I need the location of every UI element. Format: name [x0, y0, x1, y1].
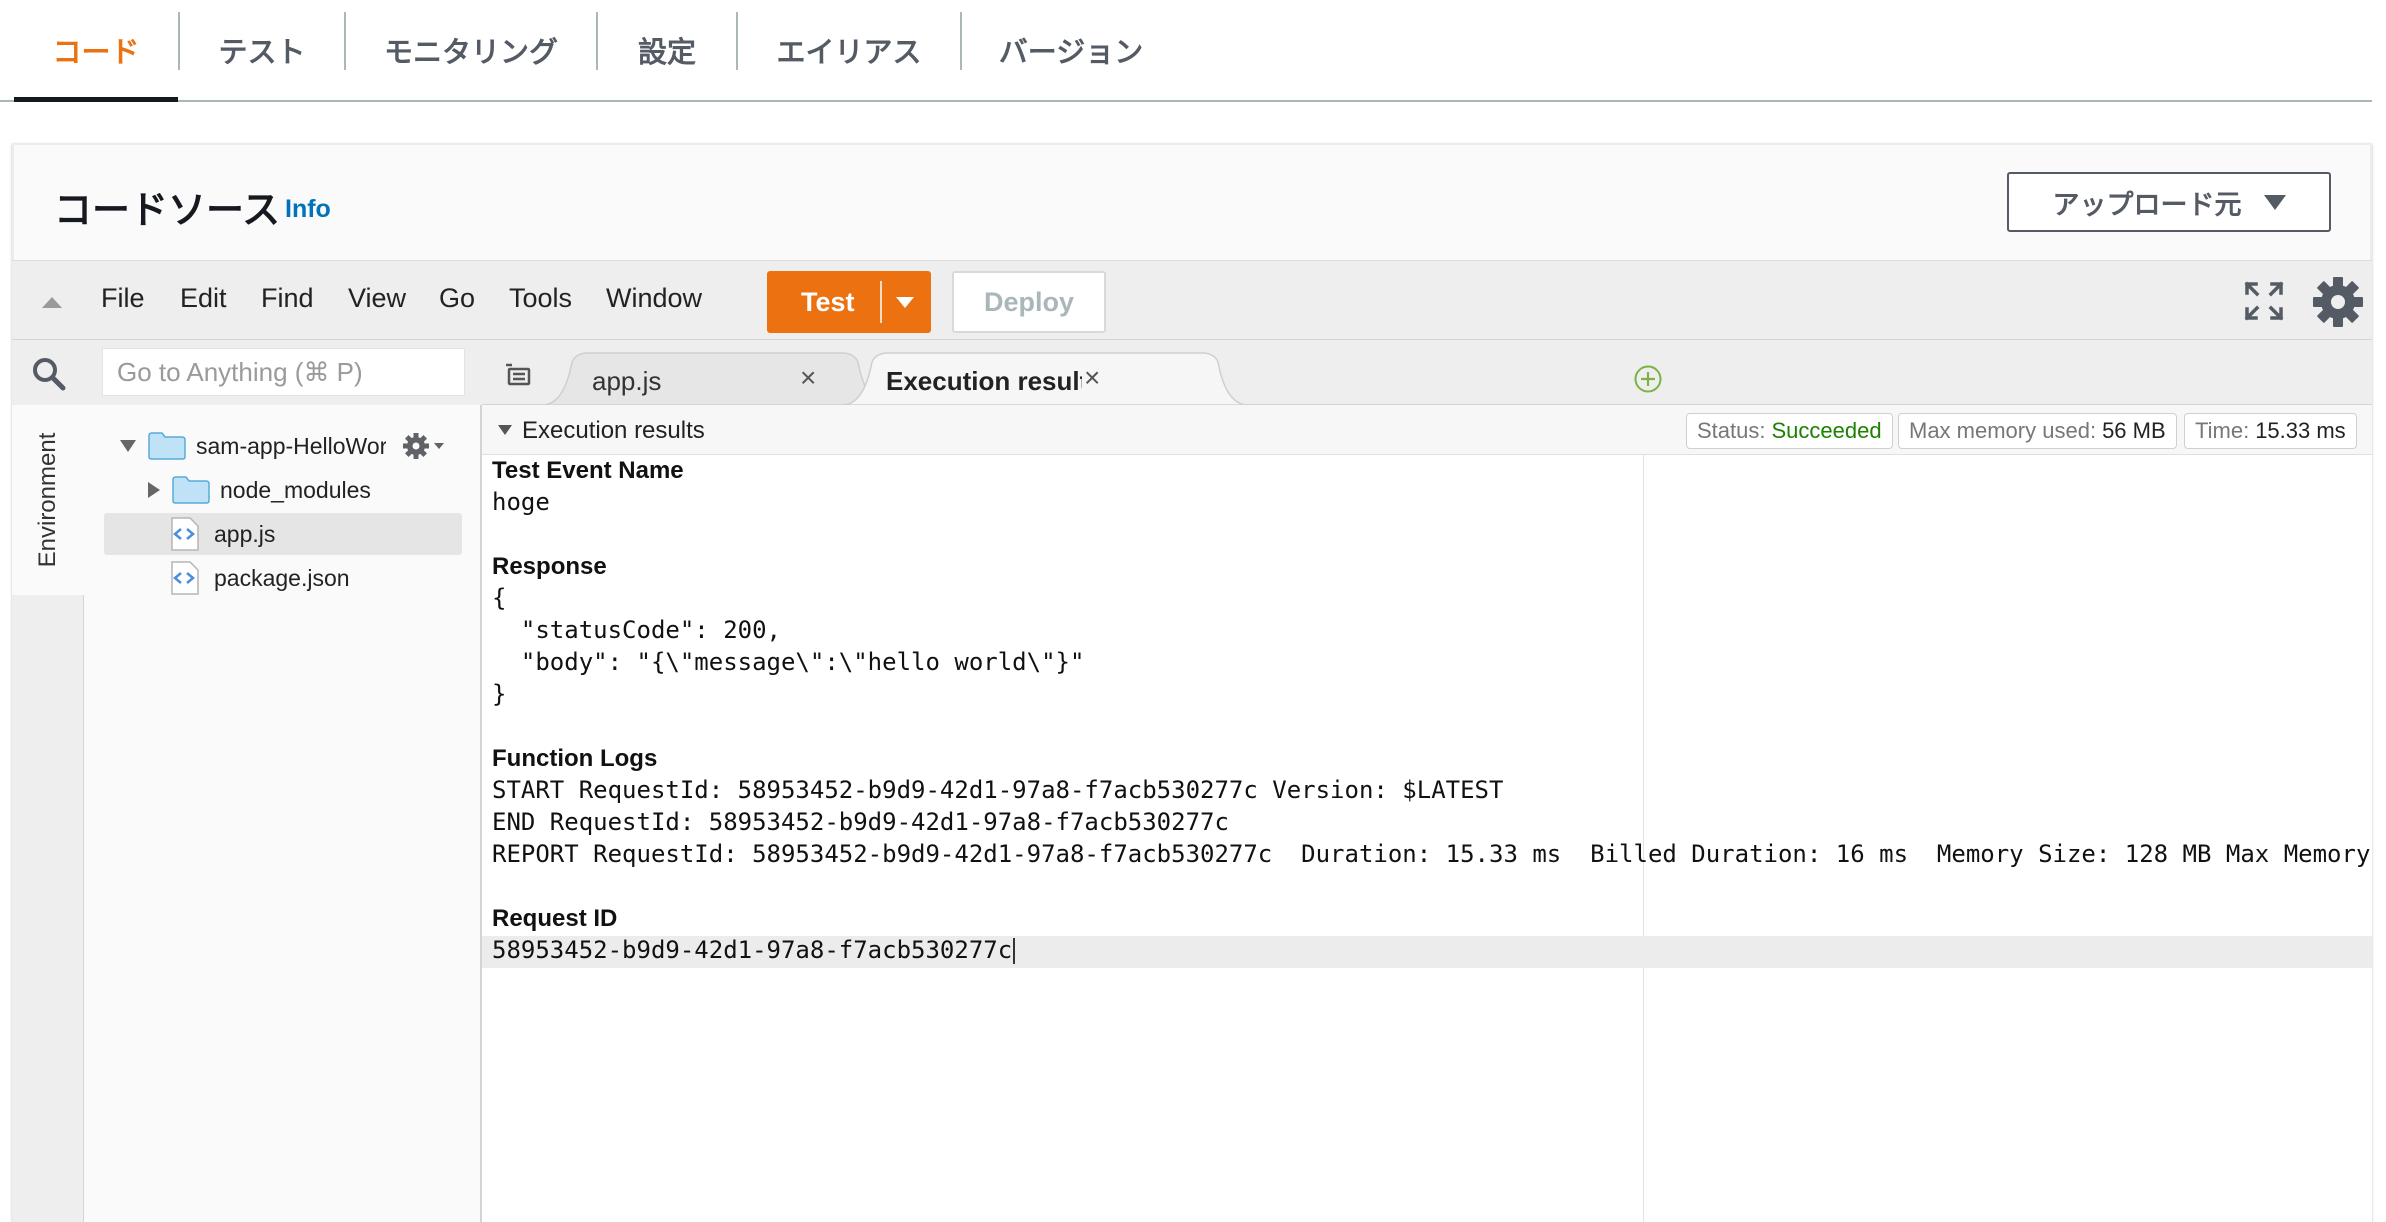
memory-label: Max memory used: [1909, 418, 2097, 443]
memory-badge: Max memory used: 56 MB [1898, 413, 2177, 449]
tree-file-package-json[interactable]: package.json [170, 557, 460, 599]
tab-code[interactable]: コード [14, 0, 178, 102]
tab-settings[interactable]: 設定 [598, 0, 736, 100]
go-to-anything-input[interactable] [102, 348, 465, 396]
gear-icon[interactable] [2311, 275, 2365, 329]
tree-settings-gear-icon[interactable] [402, 431, 446, 461]
tab-list-icon[interactable] [504, 362, 532, 386]
js-file-icon [171, 517, 199, 551]
environment-tab-label: Environment [34, 432, 61, 568]
editor-tab-label: app.js [592, 366, 662, 396]
menu-window[interactable]: Window [606, 283, 702, 314]
log-line: REPORT RequestId: 58953452-b9d9-42d1-97a… [492, 840, 2371, 868]
response-line: "body": "{\"message\":\"hello world\"}" [492, 648, 1085, 676]
response-line: "statusCode": 200, [492, 616, 781, 644]
tab-versions[interactable]: バージョン [962, 0, 1180, 100]
request-id-line: 58953452-b9d9-42d1-97a8-f7acb530277c [492, 936, 1016, 964]
menu-go[interactable]: Go [439, 283, 475, 314]
tree-item-label: app.js [214, 520, 276, 547]
menu-find[interactable]: Find [261, 283, 314, 314]
search-icon[interactable] [31, 356, 67, 392]
collapsed-arrow-icon[interactable] [148, 482, 160, 498]
editor-tab-label: Execution results [886, 366, 1082, 396]
fullscreen-icon[interactable] [2244, 281, 2284, 321]
tab-monitoring[interactable]: モニタリング [346, 0, 596, 100]
response-line: } [492, 680, 507, 708]
text-cursor [1013, 938, 1016, 964]
upload-from-label: アップロード元 [2052, 189, 2242, 220]
info-link[interactable]: Info [285, 195, 331, 224]
print-margin-line [1643, 455, 1644, 1222]
status-label: Status: [1697, 418, 1766, 443]
tree-folder-node-modules[interactable]: node_modules [148, 469, 448, 511]
execution-results-body[interactable]: Test Event Name hoge Response { "statusC… [482, 455, 2372, 1222]
tree-root-folder[interactable]: sam-app-HelloWorlc [120, 425, 460, 467]
test-event-title: Test Event Name [492, 457, 684, 484]
menu-file[interactable]: File [101, 283, 145, 314]
folder-icon [172, 476, 210, 504]
upload-from-button[interactable]: アップロード元 [2007, 172, 2331, 232]
tab-test[interactable]: テスト [180, 0, 344, 100]
button-divider [880, 281, 882, 323]
left-search-row [12, 340, 482, 405]
environment-strip: Environment [12, 405, 84, 1222]
request-id-value: 58953452-b9d9-42d1-97a8-f7acb530277c [492, 936, 1013, 964]
time-label: Time: [2195, 418, 2250, 443]
test-button-label: Test [801, 287, 855, 317]
tree-item-label: package.json [214, 564, 350, 591]
deploy-button[interactable]: Deploy [952, 271, 1106, 333]
time-badge: Time: 15.33 ms [2184, 413, 2357, 449]
execution-results-header: Execution results Status: Succeeded Max … [482, 405, 2372, 455]
function-logs-title: Function Logs [492, 745, 658, 772]
tree-item-label: node_modules [220, 476, 371, 503]
tab-aliases[interactable]: エイリアス [738, 0, 960, 100]
panel-title: コードソース [54, 190, 281, 232]
response-title: Response [492, 553, 607, 580]
close-icon[interactable]: × [1084, 362, 1100, 394]
editor-tab-bar: app.js × Execution results × [482, 340, 2372, 406]
collapse-results-icon[interactable] [498, 425, 512, 435]
tree-root-label: sam-app-HelloWorlc [196, 432, 386, 459]
environment-tab[interactable]: Environment [12, 405, 84, 595]
menu-edit[interactable]: Edit [180, 283, 227, 314]
menu-tools[interactable]: Tools [509, 283, 572, 314]
time-value: 15.33 ms [2255, 418, 2346, 443]
add-tab-icon[interactable] [1633, 364, 1663, 394]
log-line: START RequestId: 58953452-b9d9-42d1-97a8… [492, 776, 1504, 804]
collapse-menu-icon[interactable] [42, 297, 62, 308]
memory-value: 56 MB [2102, 418, 2166, 443]
menu-view[interactable]: View [348, 283, 406, 314]
expand-arrow-icon[interactable] [120, 440, 136, 452]
test-button[interactable]: Test [767, 271, 931, 333]
status-badge: Status: Succeeded [1686, 413, 1893, 449]
editor-tab-execution-results[interactable]: Execution results × [886, 352, 1182, 405]
results-header-title: Execution results [522, 417, 705, 444]
response-line: { [492, 584, 507, 612]
file-tree: sam-app-HelloWorlc node_modules app.js p… [84, 405, 482, 1222]
top-tab-bar: コード テスト モニタリング 設定 エイリアス バージョン [0, 0, 2372, 102]
caret-down-icon [2263, 194, 2286, 210]
close-icon[interactable]: × [800, 362, 816, 394]
tree-file-app-js[interactable]: app.js [104, 513, 462, 555]
ide-menubar: File Edit Find View Go Tools Window Test… [12, 260, 2372, 340]
test-event-value: hoge [492, 488, 550, 516]
editor-tab-app-js[interactable]: app.js × [592, 352, 832, 405]
status-value: Succeeded [1771, 418, 1882, 443]
test-dropdown-icon[interactable] [896, 297, 914, 308]
log-line: END RequestId: 58953452-b9d9-42d1-97a8-f… [492, 808, 1229, 836]
json-file-icon [171, 561, 199, 595]
folder-icon [148, 432, 186, 460]
request-id-title: Request ID [492, 905, 618, 932]
